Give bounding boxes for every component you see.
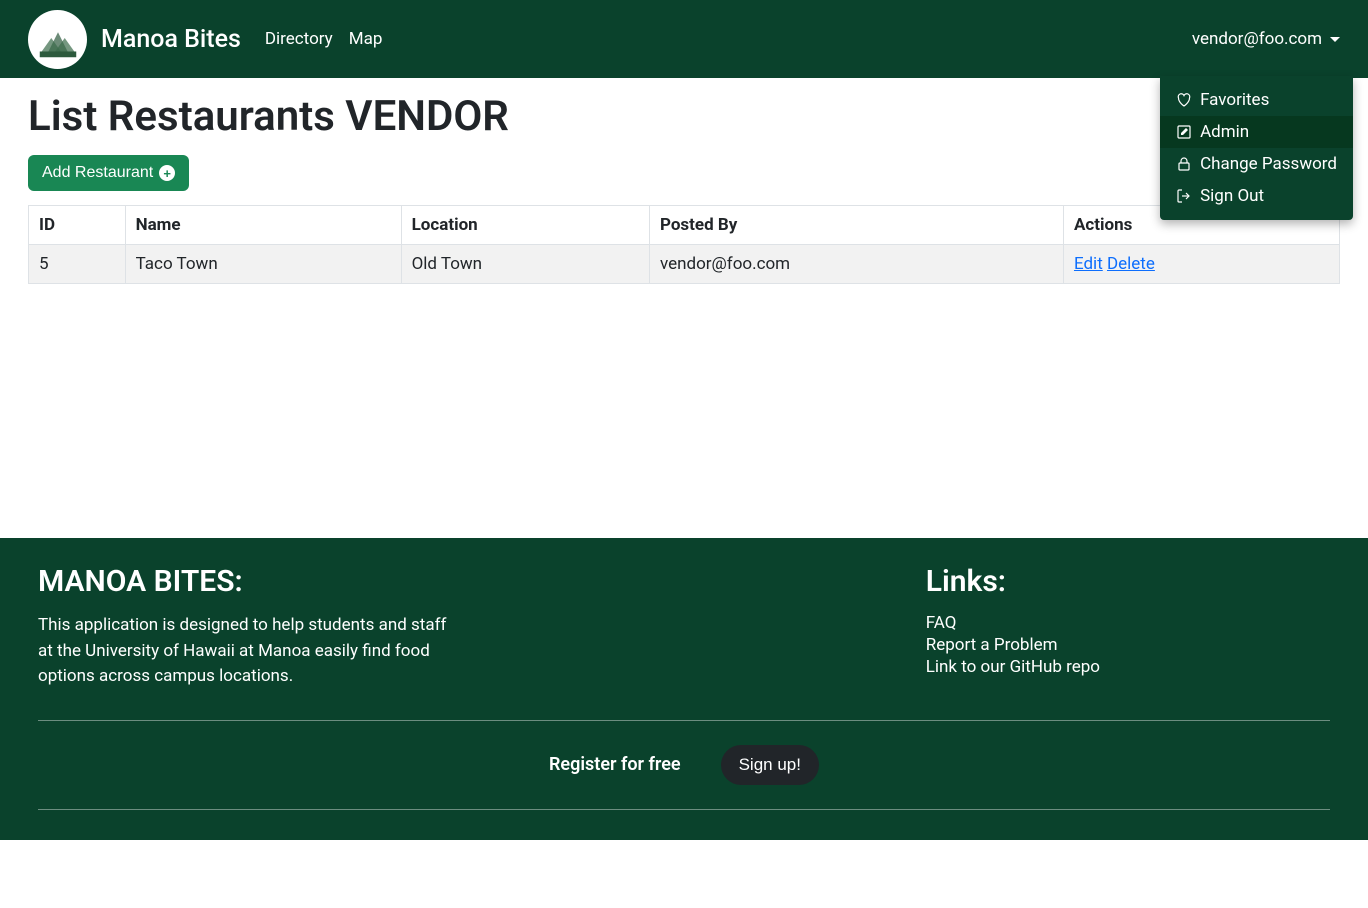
- footer-about: MANOA BITES: This application is designe…: [38, 564, 458, 690]
- dropdown-item-sign-out[interactable]: Sign Out: [1160, 180, 1353, 212]
- dropdown-label-sign-out: Sign Out: [1200, 186, 1264, 206]
- th-id: ID: [29, 206, 126, 245]
- heart-icon: [1176, 92, 1192, 108]
- brand-title[interactable]: Manoa Bites: [101, 25, 241, 54]
- dropdown-label-favorites: Favorites: [1200, 90, 1269, 110]
- nav-links: Directory Map: [265, 29, 383, 49]
- user-dropdown-menu: Favorites Admin Change Password Sign Out: [1160, 76, 1353, 220]
- footer-divider-bottom: [38, 809, 1330, 810]
- brand-logo[interactable]: [28, 10, 87, 69]
- navbar: Manoa Bites Directory Map vendor@foo.com…: [0, 0, 1368, 78]
- th-posted-by: Posted By: [649, 206, 1063, 245]
- footer-links-section: Links: FAQ Report a Problem Link to our …: [926, 564, 1100, 690]
- cta-text: Register for free: [549, 754, 681, 775]
- cell-posted-by: vendor@foo.com: [649, 245, 1063, 284]
- nav-right: vendor@foo.com Favorites Admin Change Pa…: [1192, 29, 1340, 49]
- sign-out-icon: [1176, 188, 1192, 204]
- th-name: Name: [125, 206, 401, 245]
- edit-link[interactable]: Edit: [1074, 254, 1103, 274]
- footer-link-faq[interactable]: FAQ: [926, 613, 1100, 633]
- caret-down-icon: [1330, 37, 1340, 42]
- cell-location: Old Town: [401, 245, 649, 284]
- add-restaurant-button[interactable]: Add Restaurant +: [28, 155, 189, 191]
- footer-top: MANOA BITES: This application is designe…: [38, 564, 1330, 720]
- table-row: 5 Taco Town Old Town vendor@foo.com Edit…: [29, 245, 1340, 284]
- footer-links-list: FAQ Report a Problem Link to our GitHub …: [926, 613, 1100, 677]
- footer-link-github[interactable]: Link to our GitHub repo: [926, 657, 1100, 677]
- logo-icon: [34, 15, 82, 63]
- footer-about-title: MANOA BITES:: [38, 564, 458, 599]
- dropdown-item-change-password[interactable]: Change Password: [1160, 148, 1353, 180]
- pencil-square-icon: [1176, 124, 1192, 140]
- page-title: List Restaurants VENDOR: [28, 92, 1340, 141]
- cell-actions: Edit Delete: [1063, 245, 1339, 284]
- nav-link-map[interactable]: Map: [349, 29, 383, 49]
- footer-cta: Register for free Sign up!: [38, 721, 1330, 809]
- th-location: Location: [401, 206, 649, 245]
- footer: MANOA BITES: This application is designe…: [0, 538, 1368, 840]
- nav-link-directory[interactable]: Directory: [265, 29, 333, 49]
- table-header-row: ID Name Location Posted By Actions: [29, 206, 1340, 245]
- nav-left: Manoa Bites Directory Map: [28, 10, 382, 69]
- footer-links-title: Links:: [926, 564, 1100, 599]
- dropdown-item-admin[interactable]: Admin: [1160, 116, 1353, 148]
- lock-icon: [1176, 156, 1192, 172]
- add-restaurant-label: Add Restaurant: [42, 164, 153, 182]
- plus-circle-icon: +: [159, 165, 175, 181]
- dropdown-item-favorites[interactable]: Favorites: [1160, 84, 1353, 116]
- dropdown-label-admin: Admin: [1200, 122, 1249, 142]
- footer-link-report[interactable]: Report a Problem: [926, 635, 1100, 655]
- user-dropdown-toggle[interactable]: vendor@foo.com: [1192, 29, 1340, 49]
- cell-name: Taco Town: [125, 245, 401, 284]
- user-email: vendor@foo.com: [1192, 29, 1322, 49]
- footer-about-desc: This application is designed to help stu…: [38, 613, 458, 690]
- signup-button[interactable]: Sign up!: [721, 745, 819, 785]
- delete-link[interactable]: Delete: [1107, 254, 1155, 274]
- dropdown-label-change-password: Change Password: [1200, 154, 1337, 174]
- restaurants-table: ID Name Location Posted By Actions 5 Tac…: [28, 205, 1340, 284]
- cell-id: 5: [29, 245, 126, 284]
